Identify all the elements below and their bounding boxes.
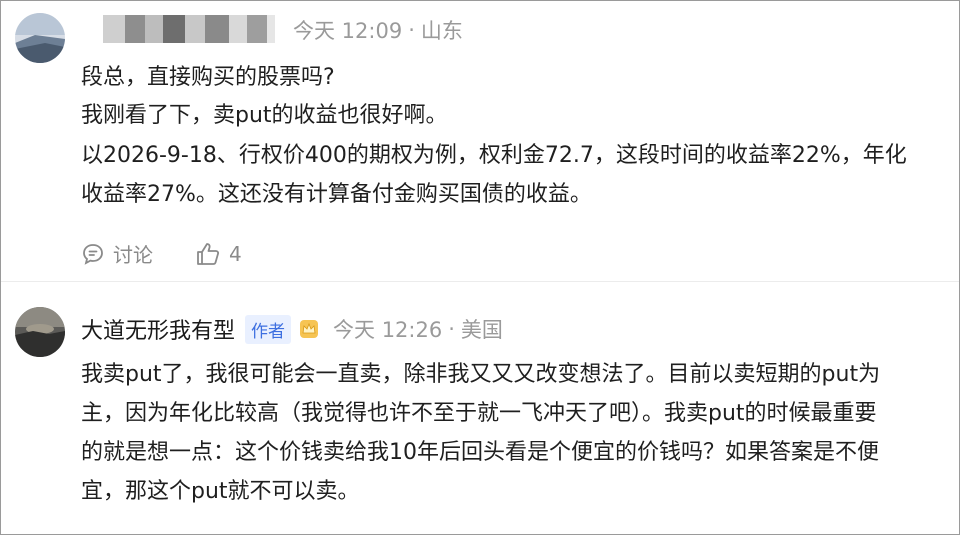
username-redacted: [95, 15, 275, 43]
comment-line: 段总，直接购买的股票吗?: [81, 65, 335, 90]
comment-location: 美国: [460, 318, 503, 342]
avatar[interactable]: [15, 13, 65, 63]
comment-meta: 大道无形我有型 作者 今天 12:26 · 美国: [81, 313, 503, 345]
comment-line: 收益率27%。这还没有计算备付金购买国债的收益。: [81, 182, 592, 207]
like-count: 4: [229, 241, 242, 266]
avatar[interactable]: [15, 307, 65, 357]
comment-line: 的就是想一点：这个价钱卖给我10年后回头看是个便宜的价钱吗？如果答案是不便: [81, 440, 879, 465]
separator-dot: ·: [408, 18, 415, 42]
divider: [1, 281, 959, 282]
username[interactable]: 大道无形我有型: [81, 313, 235, 345]
comment-line: 我卖put了，我很可能会一直卖，除非我又又又改变想法了。目前以卖短期的put为: [81, 362, 881, 387]
like-button[interactable]: 4: [195, 241, 242, 267]
separator-dot: ·: [448, 317, 455, 341]
comment-icon: [81, 242, 105, 266]
comment-line: 主，因为年化比较高（我觉得也许不至于就一飞冲天了吧）。我卖put的时候最重要: [81, 401, 877, 426]
thumbs-up-icon: [195, 241, 221, 267]
comment-actions: 讨论 4: [81, 239, 242, 268]
comment-time: 今天 12:09: [293, 19, 403, 43]
comment-thread: 今天 12:09 · 山东 段总，直接购买的股票吗? 我刚看了下，卖put的收益…: [0, 0, 960, 535]
comment-line: 我刚看了下，卖put的收益也很好啊。: [81, 103, 448, 128]
comment-time: 今天 12:26: [333, 318, 443, 342]
comment-location: 山东: [420, 19, 463, 43]
comment-line: 以2026-9-18、行权价400的期权为例，权利金72.7，这段时间的收益率2…: [81, 143, 907, 168]
comment-meta: 今天 12:09 · 山东: [293, 15, 463, 45]
comment-line: 宜，那这个put就不可以卖。: [81, 479, 360, 504]
discuss-button[interactable]: 讨论: [81, 239, 153, 268]
author-badge: 作者: [245, 314, 292, 344]
discuss-label: 讨论: [113, 243, 153, 267]
crown-icon: [299, 319, 319, 339]
